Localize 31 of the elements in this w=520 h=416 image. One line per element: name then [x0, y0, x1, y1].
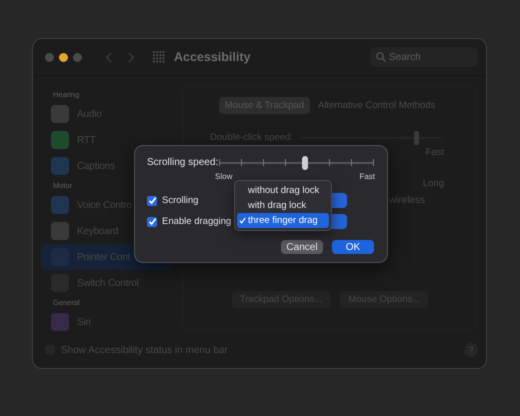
checkbox-label: Enable dragging [162, 216, 232, 227]
help-button[interactable]: ? [464, 343, 478, 357]
slider-thumb[interactable] [414, 130, 419, 144]
minimize-button[interactable] [59, 52, 68, 62]
menu-item[interactable]: without drag lock [237, 183, 329, 198]
checkbox[interactable] [147, 196, 157, 206]
zoom-button[interactable] [73, 52, 82, 62]
slider-label: Fast [359, 172, 375, 181]
menu-item[interactable]: three finger drag [237, 213, 329, 228]
menu-item[interactable]: with drag lock [237, 198, 329, 213]
checkbox[interactable] [147, 216, 157, 226]
dialog-button[interactable]: OK [332, 240, 374, 254]
search-field[interactable]: Search [370, 47, 478, 67]
app-icon [51, 131, 69, 149]
forward-icon[interactable] [128, 52, 135, 62]
close-button[interactable] [45, 52, 54, 62]
grid-icon[interactable] [153, 51, 165, 63]
back-icon[interactable] [105, 52, 112, 62]
app-icon [51, 196, 69, 214]
app-icon [51, 157, 69, 175]
checkmark-icon [239, 217, 246, 224]
slider-thumb[interactable] [302, 156, 308, 170]
checkbox-label: Scrolling [162, 195, 198, 206]
dialog-button[interactable]: Cancel [281, 240, 323, 254]
app-icon [51, 222, 69, 240]
search-icon [376, 52, 386, 62]
setting-label: Scrolling speed: [147, 157, 219, 168]
slider-label: Slow [215, 172, 232, 181]
window-title: Accessibility [174, 50, 250, 64]
app-icon [51, 313, 69, 331]
app-icon [51, 105, 69, 123]
